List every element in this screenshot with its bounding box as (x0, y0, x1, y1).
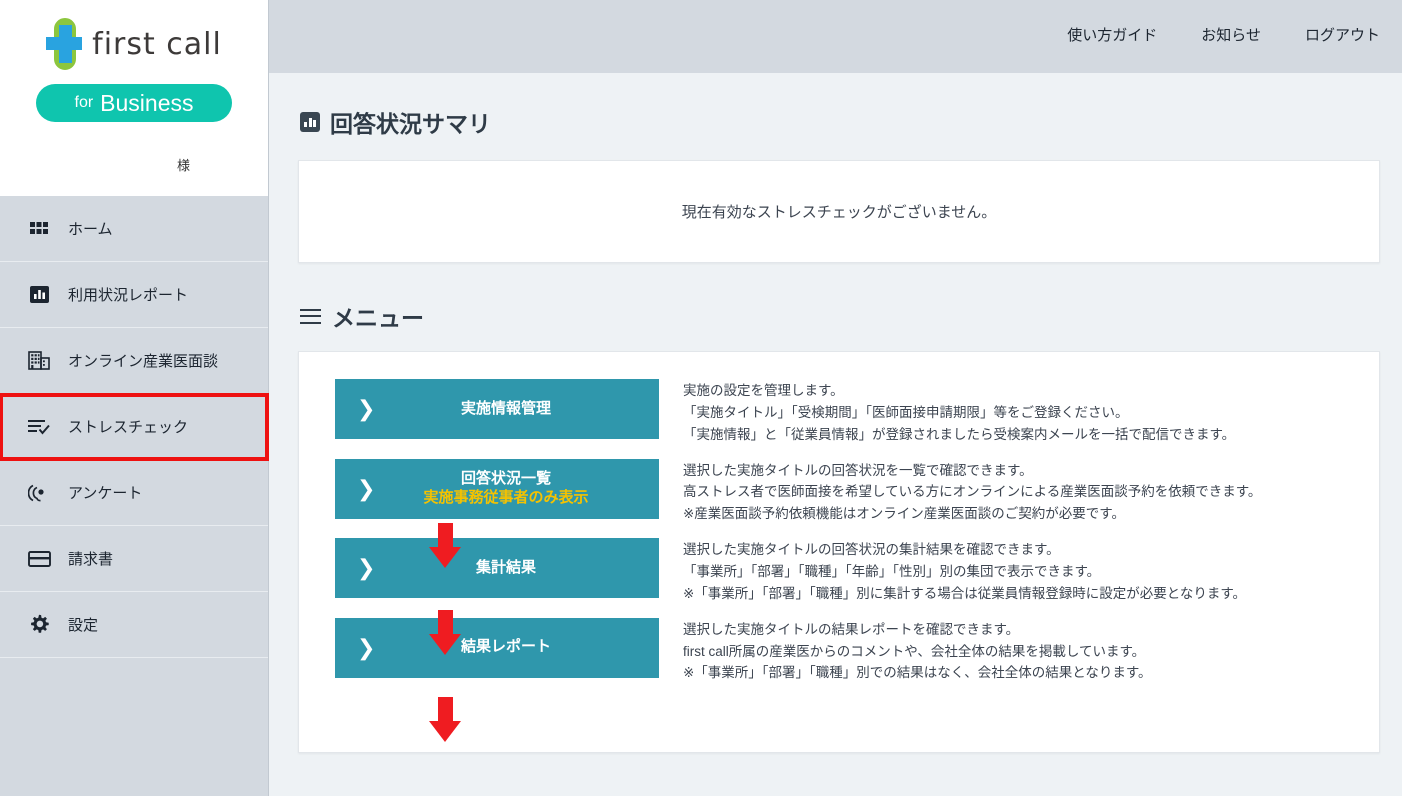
app-root: first call for Business 様 (0, 0, 1402, 796)
menu-description-line: 「事業所」「部署」「職種」「年齢」「性別」別の集団で表示できます。 (683, 561, 1246, 583)
menu-button-label: 実施情報管理 (353, 400, 659, 419)
grid-icon (26, 217, 52, 241)
header-link-notices[interactable]: お知らせ (1201, 24, 1261, 45)
sidebar-nav: ホーム 利用状況レポート (0, 196, 268, 658)
sidebar-item-label: 利用状況レポート (68, 284, 188, 305)
menu-button-label: 回答状況一覧 (353, 470, 659, 489)
menu-description: 実施の設定を管理します。 「実施タイトル」「受検期間」「医師面接申請期限」等をご… (683, 379, 1235, 446)
menu-row: ❯ 集計結果 選択した実施タイトルの回答状況の集計結果を確認できます。 「事業所… (299, 538, 1379, 605)
menu-heading: メニュー (300, 299, 1402, 333)
summary-chart-icon (300, 112, 320, 132)
menu-button-sublabel: 実施事務従事者のみ表示 (353, 489, 659, 508)
flow-arrow-down-icon (429, 697, 461, 741)
brand-block: first call for Business 様 (0, 0, 268, 196)
badge-business-text: Business (100, 90, 193, 117)
menu-description: 選択した実施タイトルの回答状況の集計結果を確認できます。 「事業所」「部署」「職… (683, 538, 1246, 605)
menu-description-line: 選択した実施タイトルの回答状況を一覧で確認できます。 (683, 460, 1261, 482)
menu-icon (300, 309, 321, 324)
sidebar-item-settings[interactable]: 設定 (0, 592, 268, 658)
logo-text: first call (92, 27, 222, 62)
header-links: 使い方ガイド お知らせ ログアウト (1067, 24, 1380, 45)
sidebar-item-label: 設定 (68, 614, 98, 635)
sidebar-item-survey[interactable]: アンケート (0, 460, 268, 526)
menu-description-line: 「実施情報」と「従業員情報」が登録されましたら受検案内メールを一括で配信できます… (683, 424, 1235, 446)
menu-description-line: 選択した実施タイトルの結果レポートを確認できます。 (683, 619, 1152, 641)
sidebar-item-stress-check[interactable]: ストレスチェック (0, 394, 268, 460)
page-title: 回答状況サマリ (300, 105, 1402, 139)
menu-row: ❯ 結果レポート 選択した実施タイトルの結果レポートを確認できます。 first… (299, 618, 1379, 685)
sidebar-item-label: アンケート (68, 482, 142, 503)
sidebar-item-label: ストレスチェック (68, 416, 188, 437)
flow-arrow-down-icon (429, 610, 461, 654)
sidebar-item-label: オンライン産業医面談 (68, 350, 218, 371)
header-link-guide[interactable]: 使い方ガイド (1067, 24, 1157, 45)
chevron-right-icon: ❯ (357, 478, 375, 500)
menu-button-label: 集計結果 (353, 559, 659, 578)
logo[interactable]: first call (0, 0, 268, 70)
chevron-right-icon: ❯ (357, 398, 375, 420)
account-name: 様 (177, 155, 190, 174)
sidebar-item-online-consultation[interactable]: オンライン産業医面談 (0, 328, 268, 394)
top-header: 使い方ガイド お知らせ ログアウト (269, 0, 1402, 73)
flow-arrow-down-icon (429, 523, 461, 567)
gear-icon (26, 613, 52, 637)
badge-for-text: for (75, 94, 94, 112)
first-call-logo-icon (46, 18, 82, 70)
menu-description-line: 実施の設定を管理します。 (683, 380, 1235, 402)
menu-description-line: 高ストレス者で医師面接を希望している方にオンラインによる産業医面談予約を依頼でき… (683, 481, 1261, 503)
page-title-text: 回答状況サマリ (330, 105, 491, 139)
menu-row: ❯ 実施情報管理 実施の設定を管理します。 「実施タイトル」「受検期間」「医師面… (299, 379, 1379, 446)
for-business-badge: for Business (36, 84, 232, 122)
menu-description-line: first call所属の産業医からのコメントや、会社全体の結果を掲載しています… (683, 641, 1152, 663)
building-icon (26, 349, 52, 373)
survey-icon (26, 481, 52, 505)
menu-description: 選択した実施タイトルの回答状況を一覧で確認できます。 高ストレス者で医師面接を希… (683, 459, 1261, 526)
sidebar-item-label: 請求書 (68, 548, 113, 569)
chevron-right-icon: ❯ (357, 557, 375, 579)
menu-description-line: ※産業医面談予約依頼機能はオンライン産業医面談のご契約が必要です。 (683, 503, 1261, 525)
menu-description: 選択した実施タイトルの結果レポートを確認できます。 first call所属の産… (683, 618, 1152, 685)
notice-message: 現在有効なストレスチェックがございません。 (682, 201, 997, 222)
notice-card: 現在有効なストレスチェックがございません。 (298, 160, 1380, 263)
menu-button-answer-status-list[interactable]: ❯ 回答状況一覧 実施事務従事者のみ表示 (335, 459, 659, 519)
bar-chart-icon (26, 283, 52, 307)
menu-row: ❯ 回答状況一覧 実施事務従事者のみ表示 選択した実施タイトルの回答状況を一覧で… (299, 459, 1379, 526)
menu-description-line: 選択した実施タイトルの回答状況の集計結果を確認できます。 (683, 539, 1246, 561)
menu-description-line: ※「事業所」「部署」「職種」別での結果はなく、会社全体の結果となります。 (683, 662, 1152, 684)
sidebar-item-invoice[interactable]: 請求書 (0, 526, 268, 592)
menu-button-label: 結果レポート (353, 638, 659, 657)
invoice-icon (26, 547, 52, 571)
sidebar: first call for Business 様 (0, 0, 269, 796)
chevron-right-icon: ❯ (357, 637, 375, 659)
sidebar-item-label: ホーム (68, 218, 113, 239)
menu-rows: ❯ 実施情報管理 実施の設定を管理します。 「実施タイトル」「受検期間」「医師面… (299, 352, 1379, 684)
menu-description-line: 「実施タイトル」「受検期間」「医師面接申請期限」等をご登録ください。 (683, 402, 1235, 424)
sidebar-item-usage-report[interactable]: 利用状況レポート (0, 262, 268, 328)
menu-button-result-report[interactable]: ❯ 結果レポート (335, 618, 659, 678)
menu-description-line: ※「事業所」「部署」「職種」別に集計する場合は従業員情報登録時に設定が必要となり… (683, 583, 1246, 605)
menu-button-aggregate-results[interactable]: ❯ 集計結果 (335, 538, 659, 598)
menu-button-implementation-info[interactable]: ❯ 実施情報管理 (335, 379, 659, 439)
main-content: 回答状況サマリ 現在有効なストレスチェックがございません。 メニュー ❯ 実施情… (269, 73, 1402, 796)
sidebar-item-home[interactable]: ホーム (0, 196, 268, 262)
header-link-logout[interactable]: ログアウト (1305, 24, 1380, 45)
list-check-icon (26, 415, 52, 439)
menu-heading-text: メニュー (332, 299, 424, 333)
